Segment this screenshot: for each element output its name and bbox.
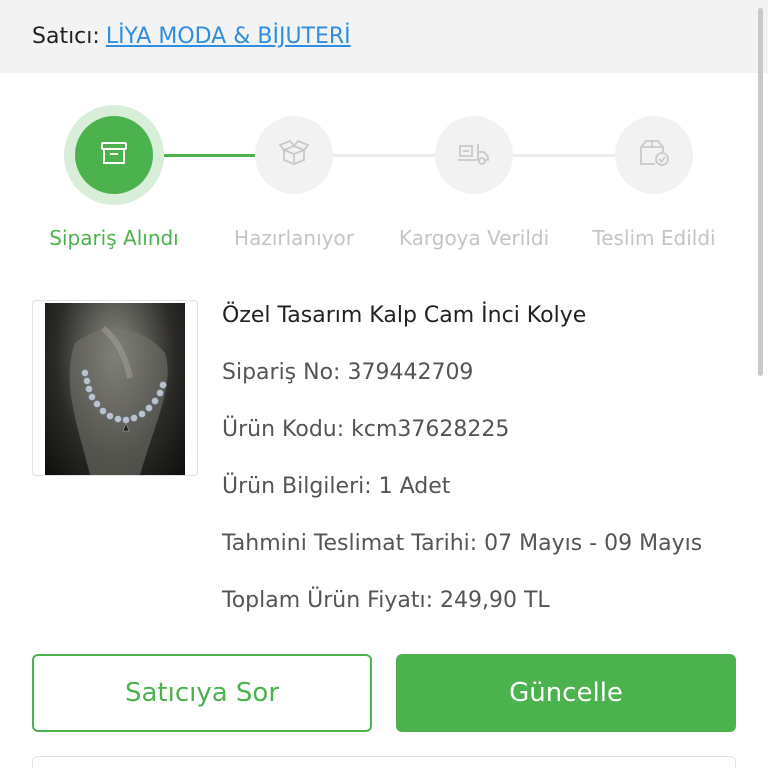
step-preparing <box>255 116 333 194</box>
product-quantity-info: Ürün Bilgileri: 1 Adet <box>222 474 451 499</box>
delivered-box-icon <box>637 138 671 172</box>
step-shipped <box>435 116 513 194</box>
product-title[interactable]: Özel Tasarım Kalp Cam İnci Kolye <box>222 300 702 357</box>
seller-link[interactable]: LİYA MODA & BİJUTERİ <box>106 24 351 49</box>
step-order-received <box>64 105 164 205</box>
progress-line-3 <box>510 154 620 157</box>
step-delivered <box>615 116 693 194</box>
progress-line-1 <box>158 154 258 157</box>
step-label-delivered: Teslim Edildi <box>592 226 716 250</box>
progress-line-2 <box>330 154 440 157</box>
next-card <box>32 756 736 768</box>
step-label-preparing: Hazırlanıyor <box>234 226 354 250</box>
necklace-illustration <box>69 325 168 475</box>
product-image[interactable] <box>32 300 198 476</box>
product-code: Ürün Kodu: kcm37628225 <box>222 417 510 442</box>
update-button[interactable]: Güncelle <box>396 654 736 732</box>
product-photo <box>45 303 185 475</box>
estimated-delivery-date: Tahmini Teslimat Tarihi: 07 Mayıs - 09 M… <box>222 531 703 556</box>
cargo-truck-icon <box>456 138 492 172</box>
step-label-shipped: Kargoya Verildi <box>398 226 550 250</box>
order-progress-tracker: Sipariş Alındı Hazırlanıyor Kargoya Veri… <box>0 100 768 260</box>
seller-label: Satıcı: <box>32 24 100 49</box>
seller-bar: Satıcı: LİYA MODA & BİJUTERİ <box>0 0 768 73</box>
step-label-order-received: Sipariş Alındı <box>49 226 179 250</box>
open-box-icon <box>277 138 311 172</box>
order-number: Sipariş No: 379442709 <box>222 360 474 385</box>
archive-box-icon <box>99 138 129 172</box>
total-price: Toplam Ürün Fiyatı: 249,90 TL <box>222 588 550 613</box>
product-info: Özel Tasarım Kalp Cam İnci Kolye Sipariş… <box>222 300 702 642</box>
ask-seller-button[interactable]: Satıcıya Sor <box>32 654 372 732</box>
